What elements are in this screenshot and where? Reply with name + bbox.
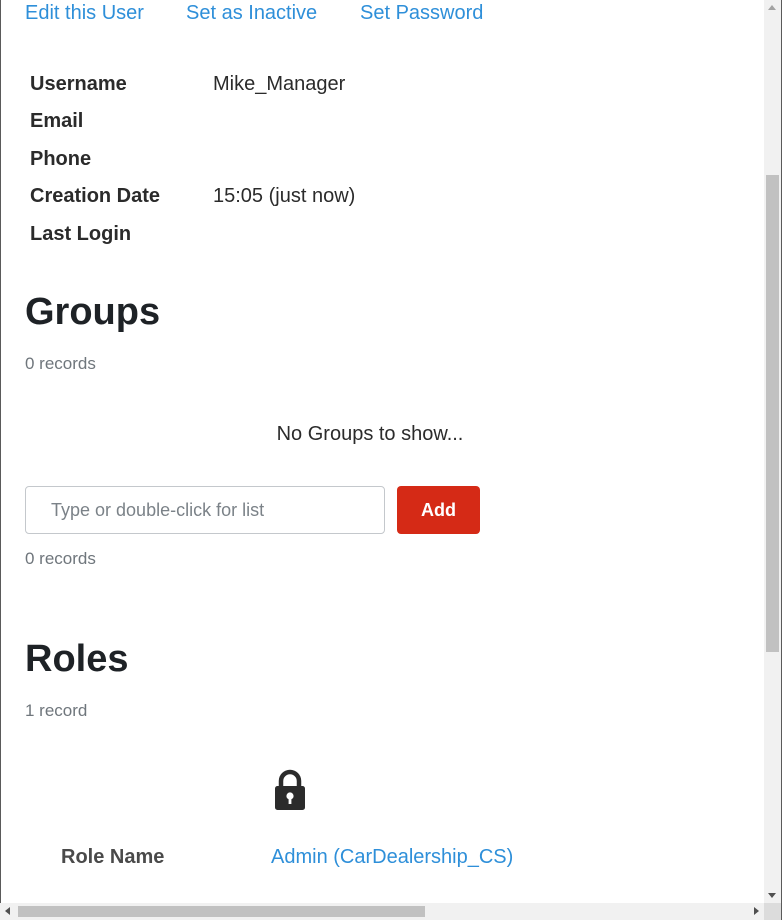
roles-heading: Roles [25,638,129,680]
add-group-button[interactable]: Add [397,486,480,534]
horizontal-scrollbar[interactable] [0,903,764,920]
scroll-left-arrow-icon[interactable] [5,907,10,915]
roles-record-count: 1 record [25,701,88,720]
phone-label: Phone [30,148,92,170]
groups-footer-count: 0 records [25,549,96,568]
role-name-link[interactable]: Admin (CarDealership_CS) [271,846,513,869]
lock-icon [274,769,306,811]
scroll-down-arrow-icon[interactable] [768,893,776,898]
edit-user-link[interactable]: Edit this User [25,2,144,25]
role-name-label: Role Name [61,846,165,868]
set-inactive-link[interactable]: Set as Inactive [186,2,317,25]
groups-record-count: 0 records [25,354,96,373]
email-label: Email [30,110,84,132]
last-login-label: Last Login [30,223,132,245]
horizontal-scroll-thumb[interactable] [18,906,425,917]
vertical-scroll-thumb[interactable] [766,175,779,652]
username-value: Mike_Manager [213,73,346,95]
username-label: Username [30,73,127,95]
scrollbar-corner [764,903,781,920]
groups-heading: Groups [25,291,161,333]
vertical-scrollbar[interactable] [764,0,781,903]
scroll-right-arrow-icon[interactable] [754,907,759,915]
set-password-link[interactable]: Set Password [360,2,483,25]
groups-empty-message: No Groups to show... [276,423,464,445]
creation-date-label: Creation Date [30,185,161,207]
scroll-up-arrow-icon[interactable] [768,5,776,10]
user-detail-panel: Edit this User Set as Inactive Set Passw… [0,0,764,903]
group-search-input[interactable] [25,486,385,534]
creation-date-value: 15:05 (just now) [213,185,356,207]
